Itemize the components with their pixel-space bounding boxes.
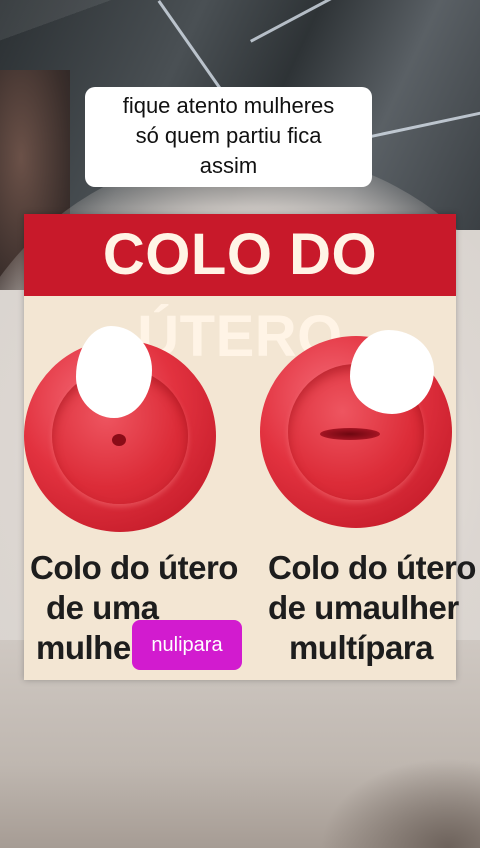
poster-title: COLO DO ÚTERO <box>24 214 456 369</box>
right-label-line: Colo do útero <box>268 549 476 586</box>
caption-box: fique atento mulheres só quem partiu fic… <box>85 87 372 187</box>
poster-image: COLO DO ÚTERO Colo do útero de uma mulhe… <box>24 214 476 680</box>
right-label-line: multípara <box>288 629 434 666</box>
round-os <box>112 434 126 446</box>
blurred-shadow <box>320 758 480 848</box>
white-censor-blob <box>76 326 152 418</box>
right-label: Colo do útero de umaulher multípara <box>268 548 476 668</box>
caption-line: assim <box>199 153 258 178</box>
caption-line: fique atento mulheres <box>122 93 335 118</box>
left-label-line: Colo do útero <box>30 549 238 586</box>
white-censor-blob <box>350 330 434 414</box>
nulipara-tag: nulipara <box>132 620 242 670</box>
slit-os <box>320 428 380 440</box>
caption-line: só quem partiu fica <box>135 123 322 148</box>
right-label-line: de umaulher <box>268 589 459 626</box>
